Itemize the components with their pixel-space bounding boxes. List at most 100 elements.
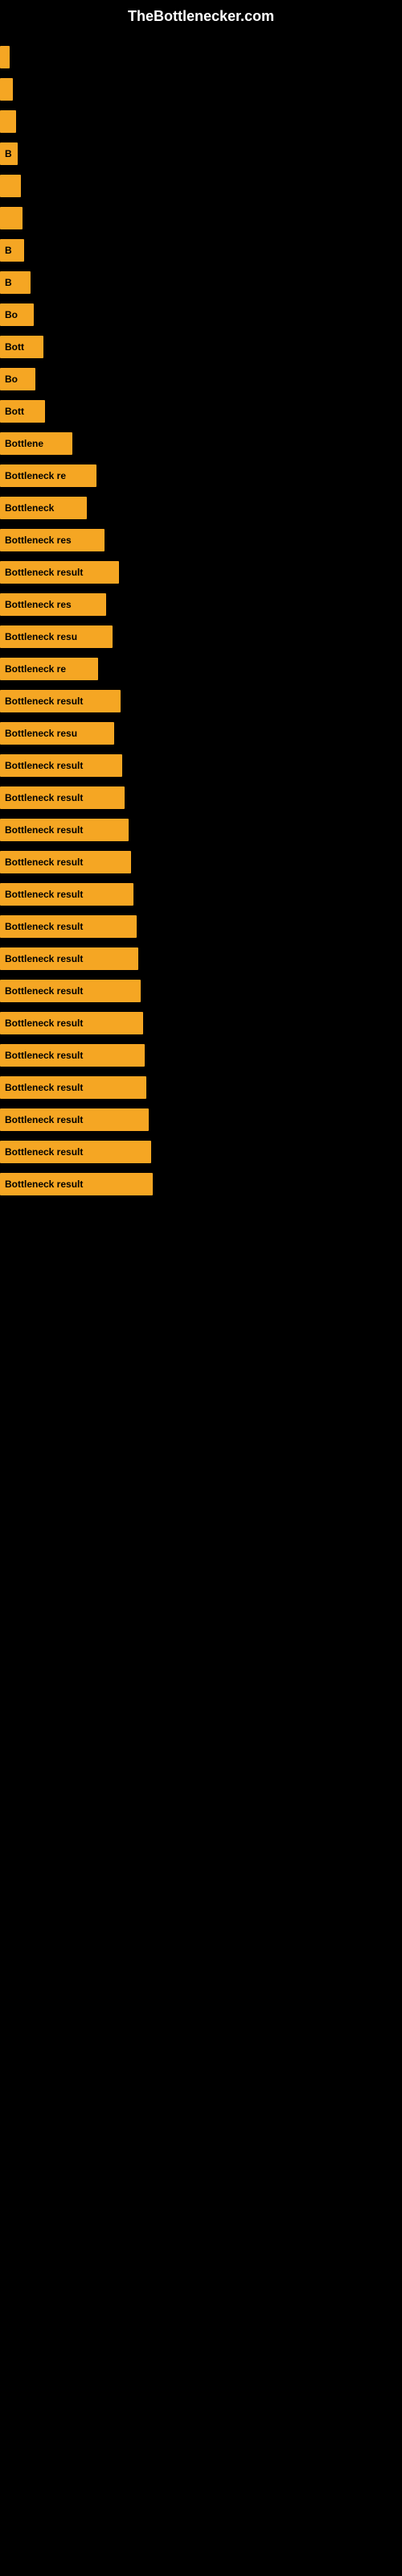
bar-row: Bottleneck result <box>0 943 402 975</box>
bar-row: Bottleneck result <box>0 878 402 910</box>
bar-label: Bo <box>5 309 18 320</box>
bar-label: Bottleneck result <box>5 696 83 707</box>
bar-row: Bottleneck result <box>0 685 402 717</box>
result-bar: Bott <box>0 400 45 423</box>
result-bar: Bo <box>0 303 34 326</box>
result-bar: Bottleneck result <box>0 1141 151 1163</box>
bar-row: Bo <box>0 363 402 395</box>
bar-label: B <box>5 277 12 288</box>
bar-label: Bottleneck result <box>5 1082 83 1093</box>
result-bar: Bottlene <box>0 432 72 455</box>
result-bar <box>0 78 13 101</box>
bar-label: Bottleneck result <box>5 889 83 900</box>
bar-row: Bottleneck resu <box>0 621 402 653</box>
result-bar: Bottleneck res <box>0 593 106 616</box>
bar-row <box>0 41 402 73</box>
bar-row: Bottleneck result <box>0 846 402 878</box>
bar-row: Bottleneck result <box>0 910 402 943</box>
bar-label: Bottleneck result <box>5 824 83 836</box>
result-bar: Bottleneck result <box>0 947 138 970</box>
bar-label: Bott <box>5 406 24 417</box>
bar-label: Bottleneck res <box>5 599 72 610</box>
bar-row: Bottleneck resu <box>0 717 402 749</box>
result-bar <box>0 46 10 68</box>
result-bar: Bott <box>0 336 43 358</box>
bar-row: Bottleneck result <box>0 749 402 782</box>
result-bar <box>0 207 23 229</box>
site-title: TheBottlenecker.com <box>0 0 402 41</box>
bar-row <box>0 73 402 105</box>
bar-label: Bottleneck resu <box>5 631 77 642</box>
bar-label: Bottleneck result <box>5 1179 83 1190</box>
bar-row: Bottleneck res <box>0 588 402 621</box>
bar-label: Bottleneck re <box>5 470 66 481</box>
bar-label: Bottleneck result <box>5 567 83 578</box>
bar-row: Bottleneck result <box>0 556 402 588</box>
bar-row: B <box>0 138 402 170</box>
result-bar: Bottleneck result <box>0 561 119 584</box>
bar-row: Bottleneck result <box>0 1039 402 1071</box>
bar-row: B <box>0 266 402 299</box>
result-bar: Bottleneck <box>0 497 87 519</box>
result-bar <box>0 110 16 133</box>
bar-row: Bott <box>0 331 402 363</box>
result-bar: Bottleneck result <box>0 754 122 777</box>
bar-row: Bottleneck <box>0 492 402 524</box>
bar-label: B <box>5 245 12 256</box>
result-bar: B <box>0 271 31 294</box>
bar-row: Bott <box>0 395 402 427</box>
result-bar: Bottleneck result <box>0 1173 153 1195</box>
result-bar: B <box>0 142 18 165</box>
bar-row <box>0 202 402 234</box>
bar-label: Bottleneck result <box>5 1018 83 1029</box>
bar-row: Bottleneck result <box>0 814 402 846</box>
bar-label: Bottleneck res <box>5 535 72 546</box>
result-bar: Bottleneck result <box>0 819 129 841</box>
result-bar: Bottleneck re <box>0 658 98 680</box>
bar-label: Bottleneck re <box>5 663 66 675</box>
bar-row: Bottleneck res <box>0 524 402 556</box>
bar-row <box>0 105 402 138</box>
bar-row: Bottlene <box>0 427 402 460</box>
bar-row: Bo <box>0 299 402 331</box>
result-bar: B <box>0 239 24 262</box>
result-bar: Bottleneck resu <box>0 722 114 745</box>
bar-row: Bottleneck result <box>0 1136 402 1168</box>
bar-row: Bottleneck result <box>0 1104 402 1136</box>
bar-label: B <box>5 148 12 159</box>
result-bar: Bottleneck result <box>0 851 131 873</box>
bar-label: Bottleneck result <box>5 760 83 771</box>
bar-row: Bottleneck result <box>0 782 402 814</box>
bar-row <box>0 170 402 202</box>
bar-row: Bottleneck result <box>0 1071 402 1104</box>
bar-row: Bottleneck re <box>0 653 402 685</box>
bar-row: Bottleneck result <box>0 975 402 1007</box>
result-bar: Bottleneck result <box>0 786 125 809</box>
bar-label: Bo <box>5 374 18 385</box>
result-bar: Bottleneck result <box>0 1076 146 1099</box>
bar-label: Bottleneck result <box>5 1050 83 1061</box>
result-bar: Bottleneck result <box>0 690 121 712</box>
result-bar: Bottleneck resu <box>0 625 113 648</box>
bar-row: Bottleneck re <box>0 460 402 492</box>
bar-label: Bottleneck result <box>5 953 83 964</box>
result-bar: Bottleneck res <box>0 529 105 551</box>
result-bar: Bottleneck re <box>0 464 96 487</box>
bar-label: Bottleneck result <box>5 921 83 932</box>
bar-label: Bottleneck <box>5 502 54 514</box>
result-bar: Bo <box>0 368 35 390</box>
result-bar <box>0 175 21 197</box>
bar-label: Bottleneck result <box>5 857 83 868</box>
bar-label: Bottleneck result <box>5 1146 83 1158</box>
result-bar: Bottleneck result <box>0 1108 149 1131</box>
bar-label: Bottleneck result <box>5 792 83 803</box>
bar-row: Bottleneck result <box>0 1007 402 1039</box>
bar-label: Bottlene <box>5 438 43 449</box>
result-bar: Bottleneck result <box>0 980 141 1002</box>
result-bar: Bottleneck result <box>0 1012 143 1034</box>
result-bar: Bottleneck result <box>0 915 137 938</box>
result-bar: Bottleneck result <box>0 883 133 906</box>
bar-label: Bott <box>5 341 24 353</box>
bar-row: B <box>0 234 402 266</box>
bar-label: Bottleneck result <box>5 1114 83 1125</box>
